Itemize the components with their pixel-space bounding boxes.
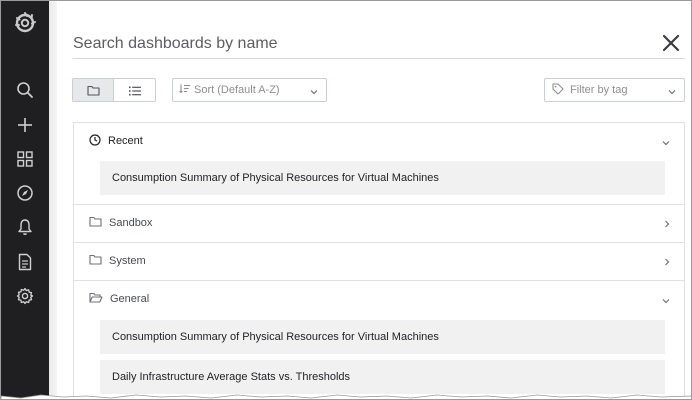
sort-icon xyxy=(179,84,190,96)
torn-edge-decoration xyxy=(1,394,691,399)
bell-icon[interactable] xyxy=(15,217,35,237)
section-label-recent: Recent xyxy=(108,135,143,147)
chevron-down-icon xyxy=(662,137,670,149)
document-icon[interactable] xyxy=(15,252,35,272)
section-header-recent[interactable]: Recent xyxy=(74,123,684,159)
grafana-logo-icon[interactable] xyxy=(12,10,38,36)
folder-icon xyxy=(89,216,102,230)
compass-icon[interactable] xyxy=(15,183,35,203)
sort-select-value: Sort (Default A-Z) xyxy=(194,84,280,96)
chevron-right-icon xyxy=(664,219,670,231)
section-header-sandbox[interactable]: Sandbox xyxy=(74,205,684,241)
search-input[interactable] xyxy=(73,31,633,57)
search-icon[interactable] xyxy=(15,80,35,100)
close-icon[interactable] xyxy=(659,31,683,55)
gear-icon[interactable] xyxy=(15,286,35,306)
rail-shadow xyxy=(49,1,57,399)
dashboard-item[interactable]: Daily Infrastructure Average Stats vs. T… xyxy=(100,360,665,394)
tag-filter-placeholder: Filter by tag xyxy=(570,84,628,96)
tag-icon xyxy=(552,82,564,98)
section-header-system[interactable]: System xyxy=(74,243,684,279)
chevron-down-icon xyxy=(668,86,676,98)
folder-view-button[interactable] xyxy=(73,79,115,101)
dashboard-item[interactable]: Consumption Summary of Physical Resource… xyxy=(100,320,665,354)
plus-icon[interactable] xyxy=(15,115,35,135)
dashboards-grid-icon[interactable] xyxy=(15,149,35,169)
list-icon xyxy=(128,81,141,100)
dashboard-search-window: Sort (Default A-Z) Filter by tag Recent … xyxy=(0,0,692,400)
folder-icon xyxy=(89,254,102,268)
dashboard-folder-list: Recent Consumption Summary of Physical R… xyxy=(73,122,685,399)
folder-icon xyxy=(86,81,100,100)
sort-select[interactable]: Sort (Default A-Z) xyxy=(172,78,327,102)
clock-icon xyxy=(89,133,101,149)
chevron-right-icon xyxy=(664,257,670,269)
chevron-down-icon xyxy=(662,295,670,307)
tag-filter-select[interactable]: Filter by tag xyxy=(544,78,685,102)
chevron-down-icon xyxy=(310,86,318,98)
dashboard-item[interactable]: Consumption Summary of Physical Resource… xyxy=(100,161,665,195)
view-mode-toggle xyxy=(72,78,156,102)
section-label-system: System xyxy=(109,255,146,267)
list-view-button[interactable] xyxy=(114,79,155,101)
side-menu xyxy=(1,1,49,399)
search-bar xyxy=(73,27,685,59)
section-header-general[interactable]: General xyxy=(74,281,684,317)
folder-open-icon xyxy=(89,292,103,306)
section-label-sandbox: Sandbox xyxy=(109,217,153,229)
section-label-general: General xyxy=(110,293,150,305)
